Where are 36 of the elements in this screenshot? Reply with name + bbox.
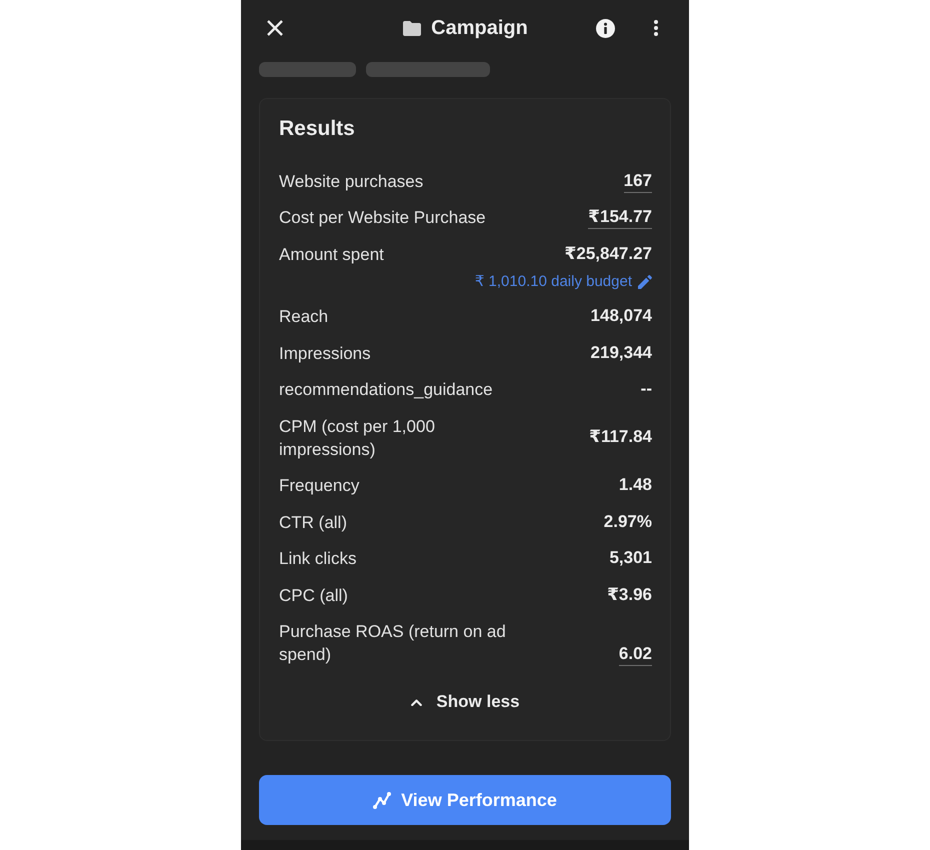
card-title: Results [279, 116, 356, 142]
metric-value: ₹3.96 [607, 584, 652, 606]
metric-value: 5,301 [609, 547, 652, 570]
metric-value: 219,344 [590, 342, 652, 364]
view-performance-button[interactable]: View Performance [259, 775, 671, 825]
line-chart-icon [373, 792, 392, 808]
metric-label: CPC (all) [279, 584, 348, 607]
metric-value: 6.02 [618, 643, 652, 666]
metric-value: ₹25,847.27 [564, 242, 652, 265]
metric-value: 2.97% [604, 510, 652, 533]
chevron-up-icon [411, 698, 422, 706]
screen-title: Campaign [431, 16, 528, 41]
metric-value: ₹117.84 [589, 426, 652, 448]
metric-label: Link clicks [279, 548, 356, 570]
info-icon [596, 18, 614, 38]
metric-value: -- [640, 378, 652, 400]
metric-label: CTR (all) [279, 512, 347, 534]
metric-label: CPM (cost per 1,000 impressions) [279, 416, 436, 461]
close-icon [267, 20, 283, 36]
metric-label: Website purchases [279, 170, 424, 193]
metric-label: recommendations_guidance [279, 379, 493, 402]
more-icon [654, 20, 658, 36]
metric-label: Impressions [279, 342, 371, 365]
metric-value: 1.48 [618, 474, 652, 496]
pencil-icon [638, 274, 652, 289]
folder-icon [403, 20, 422, 36]
metric-label: Frequency [279, 475, 360, 498]
metric-label: Purchase ROAS (return on ad spend) [279, 621, 507, 666]
metric-value: 148,074 [590, 305, 652, 328]
metric-label: Cost per Website Purchase [279, 207, 486, 230]
show-less-button[interactable]: Show less [401, 684, 530, 720]
metric-value: 167 [624, 170, 652, 193]
metric-label: Reach [279, 306, 328, 328]
budget-link[interactable]: ₹ 1,010.10 daily budget [474, 272, 652, 292]
metric-value: ₹154.77 [588, 206, 652, 230]
metric-label: Amount spent [279, 244, 384, 266]
